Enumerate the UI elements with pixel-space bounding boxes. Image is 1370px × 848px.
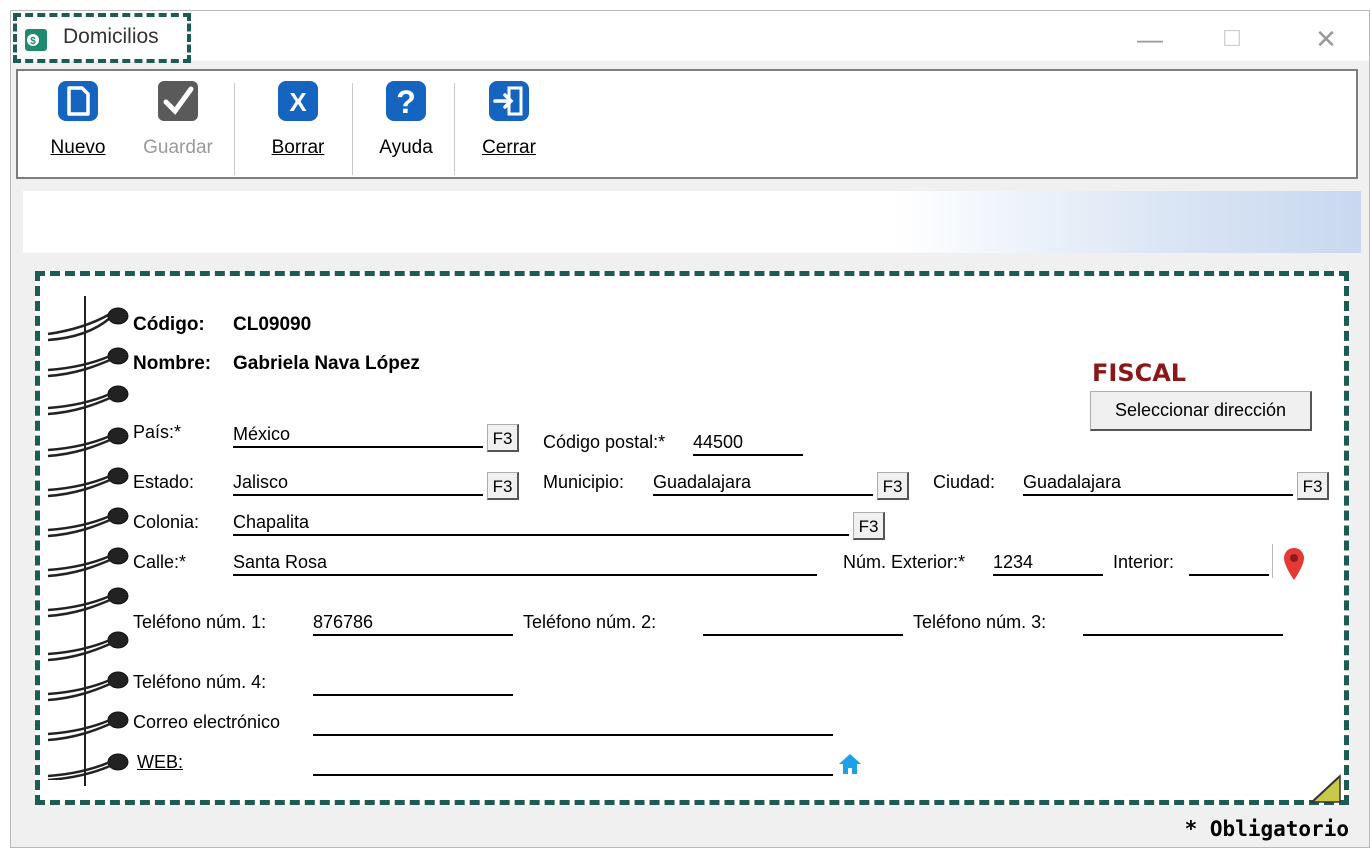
notebook-rings: [47, 307, 129, 780]
calle-label: Calle:*: [133, 552, 187, 572]
guardar-button[interactable]: Guardar: [136, 79, 220, 159]
nuevo-button[interactable]: Nuevo: [40, 79, 116, 159]
pais-field[interactable]: México: [233, 422, 483, 448]
help-icon: ?: [386, 81, 426, 121]
correo-field[interactable]: [313, 710, 833, 736]
codigo-label: Código:: [133, 314, 205, 335]
num-exterior-field[interactable]: 1234: [993, 550, 1103, 576]
estado-label: Estado:: [133, 472, 195, 492]
nombre-label: Nombre:: [133, 353, 212, 374]
svg-text:?: ?: [396, 84, 416, 120]
toolbar-separator: [454, 83, 455, 175]
pais-label: País:*: [133, 422, 182, 442]
ayuda-button[interactable]: ? Ayuda: [368, 79, 444, 159]
ayuda-label: Ayuda: [379, 137, 433, 158]
colonia-field[interactable]: Chapalita: [233, 510, 849, 536]
new-document-icon: [58, 81, 98, 121]
map-pin-icon[interactable]: [1283, 546, 1305, 582]
title-highlight-frame: [13, 13, 191, 63]
telefono-1-label: Teléfono núm. 1:: [133, 612, 267, 632]
codigo-value: CL09090: [233, 314, 312, 335]
svg-text:X: X: [289, 87, 307, 117]
domicilios-window: $ Domicilios — ☐ ✕ Nuevo Guardar X Borra…: [10, 10, 1370, 848]
header-banner: [23, 191, 1361, 253]
num-exterior-label: Núm. Exterior:*: [843, 552, 966, 572]
cerrar-button[interactable]: Cerrar: [472, 79, 546, 159]
nombre-value: Gabriela Nava López: [233, 353, 420, 374]
web-field[interactable]: [313, 750, 833, 776]
ring-icon: [47, 312, 111, 342]
nuevo-label: Nuevo: [50, 137, 106, 158]
telefono-4-field[interactable]: [313, 670, 513, 696]
maximize-button[interactable]: ☐: [1209, 19, 1255, 59]
toolbar-separator: [352, 83, 353, 175]
web-label: WEB:: [137, 752, 184, 772]
interior-label: Interior:: [1113, 552, 1175, 572]
minimize-button[interactable]: —: [1127, 19, 1173, 59]
municipio-f3-button[interactable]: F3: [877, 472, 909, 500]
cerrar-label: Cerrar: [482, 137, 536, 158]
toolbar: Nuevo Guardar X Borrar ? Ayuda Cerrar: [16, 69, 1358, 179]
municipio-label: Municipio:: [543, 472, 625, 492]
codigo-postal-label: Código postal:*: [543, 432, 666, 452]
telefono-1-field[interactable]: 876786: [313, 610, 513, 636]
colonia-label: Colonia:: [133, 512, 200, 532]
fiscal-label: FISCAL: [1092, 359, 1187, 387]
pais-f3-button[interactable]: F3: [487, 424, 519, 452]
ciudad-label: Ciudad:: [933, 472, 996, 492]
close-button[interactable]: ✕: [1303, 19, 1349, 59]
address-form-panel: Código: CL09090 Nombre: Gabriela Nava Ló…: [35, 271, 1349, 805]
telefono-2-field[interactable]: [703, 610, 903, 636]
telefono-4-label: Teléfono núm. 4:: [133, 672, 267, 692]
telefono-3-field[interactable]: [1083, 610, 1283, 636]
exit-door-icon: [489, 81, 529, 121]
delete-x-icon: X: [278, 81, 318, 121]
page-corner-icon: [1310, 774, 1341, 803]
estado-field[interactable]: Jalisco: [233, 470, 483, 496]
seleccionar-direccion-button[interactable]: Seleccionar dirección: [1090, 391, 1312, 431]
field-divider: [1272, 544, 1273, 578]
codigo-postal-field[interactable]: 44500: [693, 430, 803, 456]
borrar-button[interactable]: X Borrar: [262, 79, 334, 159]
telefono-2-label: Teléfono núm. 2:: [523, 612, 657, 632]
ciudad-f3-button[interactable]: F3: [1297, 472, 1329, 500]
home-icon[interactable]: [837, 752, 863, 776]
ciudad-field[interactable]: Guadalajara: [1023, 470, 1293, 496]
required-note: * Obligatorio: [1184, 817, 1349, 841]
borrar-label: Borrar: [271, 137, 325, 158]
interior-field[interactable]: [1189, 550, 1269, 576]
title-bar: $ Domicilios — ☐ ✕: [11, 11, 1369, 63]
toolbar-separator: [234, 83, 235, 175]
telefono-3-label: Teléfono núm. 3:: [913, 612, 1047, 632]
estado-f3-button[interactable]: F3: [487, 472, 519, 500]
calle-field[interactable]: Santa Rosa: [233, 550, 817, 576]
guardar-label: Guardar: [143, 137, 213, 158]
correo-label: Correo electrónico: [133, 712, 281, 732]
checkmark-icon: [158, 81, 198, 121]
municipio-field[interactable]: Guadalajara: [653, 470, 873, 496]
colonia-f3-button[interactable]: F3: [853, 512, 885, 540]
